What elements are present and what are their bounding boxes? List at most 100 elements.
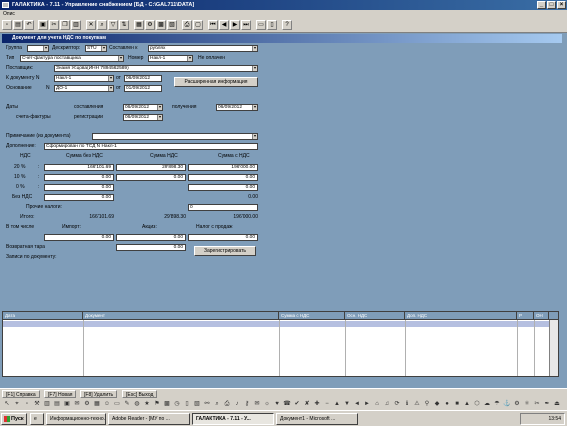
first-icon[interactable]: ⏮ <box>208 20 218 30</box>
copy-icon[interactable]: ❐ <box>60 20 70 30</box>
atom-icon[interactable]: ⚛ <box>523 400 531 408</box>
register-button[interactable]: Зарегистрировать <box>194 246 256 256</box>
settings-icon[interactable]: ⚙ <box>145 20 155 30</box>
scissors-icon[interactable]: ✂ <box>533 400 541 408</box>
menu-item-opis[interactable]: Опис <box>3 11 15 17</box>
tile-icon[interactable]: ▯ <box>267 20 277 30</box>
cross-icon[interactable]: ✘ <box>303 400 311 408</box>
folder-icon[interactable]: ▭ <box>113 400 121 408</box>
basis-date-field[interactable]: 01/09/2012 <box>124 85 162 92</box>
check-icon[interactable]: ✔ <box>293 400 301 408</box>
column-document[interactable]: Документ <box>83 312 279 320</box>
dropdown-icon[interactable]: ▾ <box>101 46 106 51</box>
key-icon[interactable]: ⚷ <box>243 400 251 408</box>
extended-info-button[interactable]: Расширенная информация <box>174 77 258 87</box>
type-field[interactable]: Счет-фактура поставщика ▾ <box>20 55 124 62</box>
taskbar-item[interactable]: Adobe Reader - [МУ по ... <box>108 413 190 425</box>
group-field[interactable]: ▾ <box>27 45 49 52</box>
cursor-icon[interactable]: ⌖ <box>13 400 21 408</box>
cut-icon[interactable]: ✂ <box>49 20 59 30</box>
sum-no-vat-field[interactable]: 0.00 <box>44 184 114 191</box>
close-button[interactable]: × <box>557 1 566 9</box>
dropdown-icon[interactable]: ▾ <box>252 134 257 139</box>
sum-no-vat-field[interactable]: 166'101.69 <box>44 164 114 171</box>
down-icon[interactable]: ▼ <box>343 400 351 408</box>
maximize-button[interactable]: □ <box>547 1 556 9</box>
calendar-icon[interactable]: ▾ <box>252 105 257 110</box>
column-r[interactable]: Р <box>517 312 534 320</box>
column-date[interactable]: Дата <box>3 312 83 320</box>
dropdown-icon[interactable]: ▾ <box>118 56 123 61</box>
supplier-field[interactable]: Знамя Усцова(ИНН 7894562589) ▾ <box>54 65 258 72</box>
hex-icon[interactable]: ⬡ <box>473 400 481 408</box>
sum-no-vat-field[interactable]: 0.00 <box>44 194 114 201</box>
delete-key-button[interactable]: [F8] Удалить <box>80 390 118 398</box>
return-field[interactable]: 0.00 <box>116 244 186 251</box>
basis-field[interactable]: ДО-1 ▾ <box>54 85 114 92</box>
circle-icon[interactable]: ● <box>443 400 451 408</box>
lock-icon[interactable]: ▩ <box>163 400 171 408</box>
help-icon[interactable]: ? <box>282 20 292 30</box>
exit-key-button[interactable]: [Esc] Выход <box>122 390 158 398</box>
sum-with-vat-field[interactable]: 0.00 <box>188 184 258 191</box>
sort-icon[interactable]: ⇅ <box>119 20 129 30</box>
currency-field[interactable]: рублях ▾ <box>148 45 258 52</box>
star-icon[interactable]: ★ <box>143 400 151 408</box>
compiled-date-field[interactable]: 06/09/2012 ▾ <box>123 104 163 111</box>
registration-date-field[interactable]: 06/09/2012 ▾ <box>123 114 163 121</box>
new-icon[interactable]: ▫ <box>2 20 12 30</box>
undo-icon[interactable]: ↶ <box>24 20 34 30</box>
dropdown-icon[interactable]: ▾ <box>108 86 113 91</box>
gear2-icon[interactable]: ⚙ <box>513 400 521 408</box>
other-taxes-field[interactable]: 0 <box>188 204 258 211</box>
number-field[interactable]: Накл-1 ▾ <box>148 55 193 62</box>
note-icon[interactable]: ✎ <box>123 400 131 408</box>
calendar-icon[interactable]: ▾ <box>157 105 162 110</box>
vat-sum-field[interactable]: 29'898.30 <box>116 164 186 171</box>
next-icon[interactable]: ▶ <box>230 20 240 30</box>
new-key-button[interactable]: [F7] Новая <box>44 390 77 398</box>
plus-icon[interactable]: ✚ <box>313 400 321 408</box>
calc-icon[interactable]: ▧ <box>193 400 201 408</box>
dropdown-icon[interactable]: ▾ <box>108 76 113 81</box>
save-icon[interactable]: ▣ <box>38 20 48 30</box>
bell-icon[interactable]: ♪ <box>233 400 241 408</box>
import-field[interactable]: 0.00 <box>44 234 114 241</box>
book-icon[interactable]: ▤ <box>53 400 61 408</box>
user-icon[interactable]: ☺ <box>103 400 111 408</box>
todoc-date-field[interactable]: 06/09/2012 <box>124 75 162 82</box>
umbrella-icon[interactable]: ☂ <box>493 400 501 408</box>
info-icon[interactable]: ℹ <box>403 400 411 408</box>
dropdown-icon[interactable]: ▾ <box>43 46 48 51</box>
addition-field[interactable]: Сформирован по ТСД N Накл-1 <box>44 143 258 150</box>
quicklaunch-ie-icon[interactable]: e <box>30 413 44 425</box>
grid-icon[interactable]: ▦ <box>93 400 101 408</box>
chart-icon[interactable]: ▥ <box>43 400 51 408</box>
find-icon[interactable]: ⌕ <box>97 20 107 30</box>
globe-icon[interactable]: ◍ <box>133 400 141 408</box>
column-sum-with-vat[interactable]: Сумма с НДС <box>279 312 345 320</box>
search-icon[interactable]: ⌕ <box>213 400 221 408</box>
left-icon[interactable]: ◄ <box>353 400 361 408</box>
exit-icon[interactable]: ⏏ <box>553 400 561 408</box>
anchor-icon[interactable]: ⚓ <box>503 400 511 408</box>
sum-with-vat-field[interactable]: 196'000.00 <box>188 164 258 171</box>
table-row-selected[interactable] <box>3 321 549 327</box>
descriptor-field[interactable]: STU ▾ <box>85 45 107 52</box>
delete-icon[interactable]: ✕ <box>86 20 96 30</box>
print-icon[interactable]: ⎙ <box>182 20 192 30</box>
calc-icon[interactable]: ▧ <box>167 20 177 30</box>
phone-icon[interactable]: ☎ <box>283 400 291 408</box>
triangle-icon[interactable]: ▲ <box>463 400 471 408</box>
taskbar-item-active[interactable]: ГАЛАКТИКА - 7.11 - У... <box>192 413 274 425</box>
up-icon[interactable]: ▲ <box>333 400 341 408</box>
doc-icon[interactable]: ▯ <box>183 400 191 408</box>
column-extra-vat[interactable]: Доп. НДС <box>405 312 517 320</box>
vat-sum-field[interactable]: 0.00 <box>116 174 186 181</box>
mail-icon[interactable]: ✉ <box>73 400 81 408</box>
open-icon[interactable]: ▤ <box>13 20 23 30</box>
filter-icon[interactable]: ▽ <box>108 20 118 30</box>
tools-icon[interactable]: ⚙ <box>83 400 91 408</box>
home-icon[interactable]: ⌂ <box>373 400 381 408</box>
dropdown-icon[interactable]: ▾ <box>252 46 257 51</box>
